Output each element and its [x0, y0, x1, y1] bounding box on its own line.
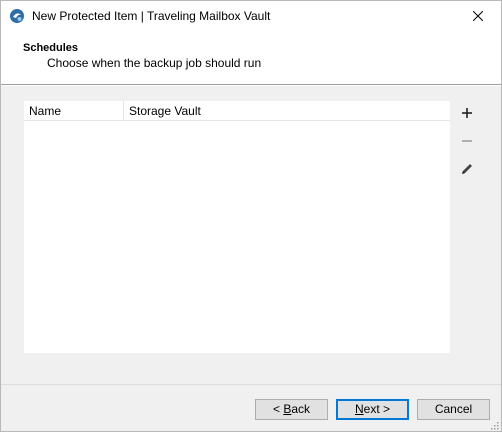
- window-title: New Protected Item | Traveling Mailbox V…: [32, 9, 271, 23]
- back-label-rest: ack: [291, 402, 311, 416]
- schedules-grid[interactable]: Name Storage Vault: [24, 101, 450, 353]
- page-subtitle: Choose when the backup job should run: [47, 56, 262, 70]
- content-area: Name Storage Vault: [1, 86, 501, 384]
- column-header-storage-vault[interactable]: Storage Vault: [124, 101, 450, 121]
- resize-grip-icon[interactable]: [489, 419, 499, 430]
- edit-button[interactable]: [456, 159, 478, 181]
- pencil-icon: [460, 162, 474, 179]
- close-icon: [472, 10, 484, 24]
- wizard-header: Schedules Choose when the backup job sho…: [1, 32, 501, 85]
- grid-toolbar: [456, 103, 478, 187]
- grid-header: Name Storage Vault: [24, 101, 450, 121]
- close-button[interactable]: [455, 1, 501, 32]
- next-label-rest: ext >: [363, 402, 391, 416]
- column-header-name[interactable]: Name: [24, 101, 124, 121]
- app-logo-icon: [9, 8, 25, 24]
- remove-button[interactable]: [456, 131, 478, 153]
- dialog-footer: < Back Next > Cancel: [1, 384, 501, 431]
- title-bar[interactable]: New Protected Item | Traveling Mailbox V…: [1, 1, 501, 32]
- dialog-window: New Protected Item | Traveling Mailbox V…: [0, 0, 502, 432]
- plus-icon: [461, 107, 473, 122]
- add-button[interactable]: [456, 103, 478, 125]
- next-label-mnemonic: N: [354, 402, 364, 416]
- next-button[interactable]: Next >: [336, 399, 409, 420]
- back-label-prefix: <: [272, 402, 284, 416]
- page-title: Schedules: [23, 42, 79, 54]
- back-button[interactable]: < Back: [255, 399, 328, 420]
- minus-icon: [461, 135, 473, 150]
- cancel-button[interactable]: Cancel: [417, 399, 490, 420]
